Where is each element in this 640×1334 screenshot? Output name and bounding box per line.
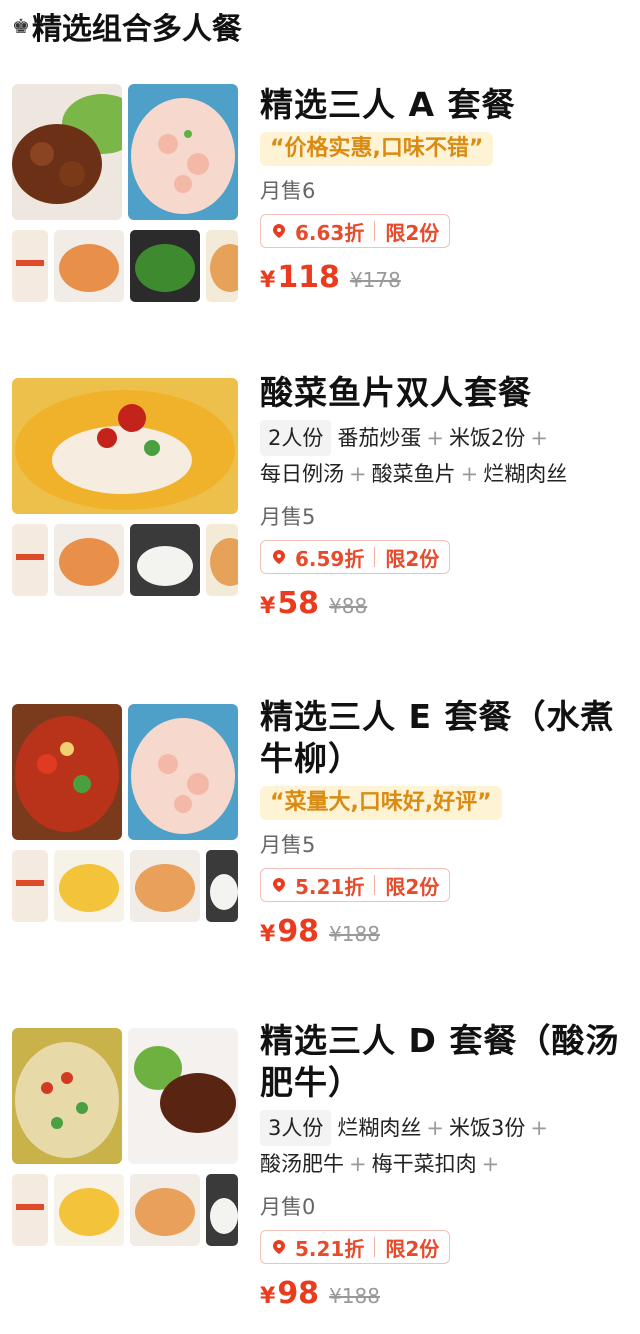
combo-items: 3人份 烂糊肉丝 + 米饭3份 + 酸汤肥牛 + 梅干菜扣肉 + — [260, 1110, 630, 1182]
dish-thumb — [12, 524, 48, 596]
dish-thumb — [54, 230, 124, 302]
meal-name: 精选三人 A 套餐 — [260, 85, 516, 124]
set-meal-card[interactable]: 精选三人 A 套餐 “价格实惠,口味不错” 月售6 6.63折 限2份 ¥118… — [0, 84, 640, 344]
dish-photo — [12, 704, 122, 840]
dish-thumb — [206, 524, 238, 596]
slogan-badge: “价格实惠,口味不错” — [260, 132, 494, 166]
divider — [374, 875, 376, 895]
original-price: ¥188 — [329, 1284, 380, 1308]
dish-thumb — [54, 1174, 124, 1246]
combo-item: 烂糊肉丝 — [337, 1116, 422, 1140]
meal-name: 精选三人 D 套餐（酸汤肥牛） — [260, 1021, 620, 1102]
set-meal-card[interactable]: 精选三人 D 套餐（酸汤肥牛） 3人份 烂糊肉丝 + 米饭3份 + 酸汤肥牛 + 梅干菜扣肉… — [0, 1020, 640, 1330]
combo-item: 每日例汤 — [260, 462, 344, 486]
discount-badge: 5.21折 限2份 — [260, 868, 451, 902]
monthly-sales: 月售5 — [260, 833, 316, 857]
combo-item: 米饭2份 — [448, 426, 526, 450]
discount-text: 6.59折 — [295, 546, 365, 571]
dish-thumb — [130, 1174, 200, 1246]
crown-icon: ♚ — [12, 14, 30, 38]
meal-image-collage — [12, 1028, 238, 1248]
dish-thumb — [206, 850, 238, 922]
dish-photo — [128, 704, 238, 840]
monthly-sales: 月售5 — [260, 505, 316, 529]
set-meal-card[interactable]: 精选三人 E 套餐（水煮牛柳） “菜量大,口味好,好评” 月售5 5.21折 限… — [0, 696, 640, 966]
dish-thumb — [206, 230, 238, 302]
discount-badge: 6.63折 限2份 — [260, 214, 451, 248]
set-meal-card[interactable]: 酸菜鱼片双人套餐 2人份 番茄炒蛋 + 米饭2份 + 每日例汤 + 酸菜鱼片 + 烂糊肉丝 月售… — [0, 372, 640, 642]
meal-image-collage — [12, 704, 238, 924]
tag-icon — [273, 224, 285, 238]
tag-icon — [273, 1240, 285, 1254]
current-price: ¥98 — [260, 914, 320, 949]
combo-item: 酸汤肥牛 — [260, 1152, 344, 1176]
divider — [374, 547, 376, 567]
meal-name: 酸菜鱼片双人套餐 — [260, 373, 532, 412]
current-price: ¥98 — [260, 1276, 320, 1311]
dish-thumb — [206, 1174, 238, 1246]
combo-item: 米饭3份 — [448, 1116, 526, 1140]
discount-text: 5.21折 — [295, 874, 365, 899]
limit-text: 限2份 — [385, 220, 440, 245]
combo-items: 2人份 番茄炒蛋 + 米饭2份 + 每日例汤 + 酸菜鱼片 + 烂糊肉丝 — [260, 420, 630, 492]
dish-photo — [12, 1028, 122, 1164]
discount-text: 6.63折 — [295, 220, 365, 245]
dish-thumb — [130, 230, 200, 302]
dish-photo — [12, 378, 238, 514]
current-price: ¥118 — [260, 260, 340, 295]
limit-text: 限2份 — [385, 1236, 440, 1261]
portion-tag: 2人份 — [260, 420, 332, 456]
dish-photo — [12, 84, 122, 220]
monthly-sales: 月售6 — [260, 179, 316, 203]
current-price: ¥58 — [260, 586, 320, 621]
discount-text: 5.21折 — [295, 1236, 365, 1261]
dish-thumb — [12, 850, 48, 922]
section-title: 精选组合多人餐 — [31, 12, 242, 47]
dish-thumb — [130, 524, 200, 596]
dish-thumb — [54, 850, 124, 922]
meal-image-collage — [12, 378, 238, 598]
combo-item: 番茄炒蛋 — [337, 426, 422, 450]
dish-thumb — [130, 850, 200, 922]
limit-text: 限2份 — [385, 874, 440, 899]
tag-icon — [273, 878, 285, 892]
dish-photo — [128, 1028, 238, 1164]
portion-tag: 3人份 — [260, 1110, 332, 1146]
limit-text: 限2份 — [385, 546, 440, 571]
dish-thumb — [12, 230, 48, 302]
original-price: ¥188 — [329, 922, 380, 946]
divider — [374, 221, 376, 241]
combo-item: 烂糊肉丝 — [483, 462, 568, 486]
meal-name: 精选三人 E 套餐（水煮牛柳） — [260, 697, 615, 778]
discount-badge: 5.21折 限2份 — [260, 1230, 451, 1264]
divider — [374, 1237, 376, 1257]
original-price: ¥88 — [329, 594, 368, 618]
dish-photo — [128, 84, 238, 220]
discount-badge: 6.59折 限2份 — [260, 540, 451, 574]
dish-thumb — [12, 1174, 48, 1246]
meal-image-collage — [12, 84, 238, 304]
section-header: ♚ 精选组合多人餐 — [12, 6, 242, 47]
slogan-badge: “菜量大,口味好,好评” — [260, 786, 502, 820]
combo-item: 梅干菜扣肉 — [371, 1152, 477, 1176]
original-price: ¥178 — [349, 268, 401, 292]
combo-item: 酸菜鱼片 — [371, 462, 456, 486]
tag-icon — [273, 550, 285, 564]
dish-thumb — [54, 524, 124, 596]
monthly-sales: 月售0 — [260, 1195, 316, 1219]
